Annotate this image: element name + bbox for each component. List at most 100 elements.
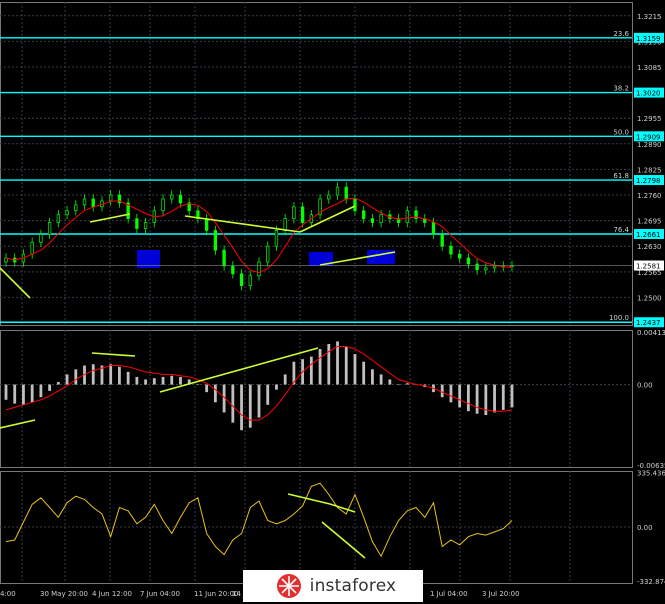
macd-histogram-bar [65, 374, 69, 385]
macd-histogram-bar [152, 378, 156, 385]
trendline [299, 205, 356, 233]
candle-body [56, 214, 60, 223]
price-pane[interactable]: 23.6 38.2 50.0 61.8 76.4 100.0 [0, 30, 632, 323]
macd-histogram-bar [213, 384, 217, 403]
macd-histogram-bar [30, 384, 34, 403]
macd-histogram-bar [126, 371, 130, 385]
price-tick-label: 1.2695 [637, 218, 662, 226]
instaforex-mark-icon [276, 574, 301, 598]
fib-level-label: 23.6 [613, 30, 629, 38]
price-tick-label: 1.3215 [637, 13, 662, 21]
time-tick-label: 3 Jul 20:00 [482, 590, 520, 598]
candle-body [431, 222, 436, 235]
macd-histogram-bar [91, 364, 95, 385]
macd-histogram-bar [493, 384, 496, 413]
cci-tick-label: -332.874 [637, 578, 665, 586]
fib-price-tag-text: 1.2661 [636, 231, 661, 239]
candle-body [213, 230, 218, 251]
chart-canvas: 23.638.250.061.876.4100.0 1.32151.31501.… [0, 2, 665, 598]
macd-histogram-bar [283, 374, 287, 385]
macd-histogram-bar [466, 384, 470, 412]
cci-pane[interactable] [5, 482, 513, 559]
macd-pane-frame [0, 330, 633, 468]
macd-histogram-bar [336, 341, 339, 385]
macd-pane[interactable] [0, 341, 514, 431]
candle-body [109, 194, 113, 202]
main-pane-frame [0, 2, 633, 326]
cci-tick-label: 0.00 [637, 524, 653, 532]
candle-body [135, 218, 139, 229]
macd-histogram-bar [397, 384, 400, 386]
fib-level-label: 61.8 [613, 172, 629, 180]
macd-histogram-bar [318, 349, 322, 385]
macd-histogram-bar [109, 364, 113, 385]
fib-price-tag-text: 1.2437 [636, 319, 661, 327]
axes: 1.32151.31501.30851.30201.29551.28901.28… [0, 13, 665, 598]
candle-body [239, 273, 244, 286]
candle-body [74, 204, 78, 212]
macd-histogram-bar [388, 379, 392, 385]
fib-level-label: 50.0 [613, 128, 629, 136]
macd-histogram-bar [22, 384, 25, 405]
grid [0, 2, 633, 584]
macd-histogram-bar [405, 383, 409, 385]
time-tick-label: 4:00 [0, 590, 16, 598]
time-tick-label: 4 Jun 12:00 [92, 590, 132, 598]
candle-body [47, 222, 52, 235]
candle-body [292, 206, 296, 219]
price-tick-label: 1.2890 [637, 141, 662, 149]
macd-histogram-bar [510, 384, 514, 408]
macd-histogram-bar [362, 361, 366, 385]
macd-histogram-bar [231, 384, 235, 423]
candle-body [82, 198, 87, 206]
macd-histogram-bar [344, 346, 348, 385]
candle-body [143, 222, 148, 229]
time-tick-label: 30 May 20:00 [40, 590, 88, 598]
macd-histogram-bar [379, 374, 383, 385]
macd-histogram-bar [161, 376, 165, 385]
candle-body [283, 218, 287, 231]
candle-body [91, 198, 95, 208]
macd-histogram-bar [179, 376, 182, 385]
candle-body [274, 230, 279, 247]
candle-body [405, 210, 409, 223]
macd-histogram-bar [4, 384, 8, 400]
cci-trendline [321, 521, 366, 559]
candle-body [370, 218, 375, 223]
time-tick-label: 7 Jun 04:00 [140, 590, 180, 598]
candle-body [440, 234, 444, 247]
fib-price-tag-text: 1.2909 [636, 133, 661, 141]
instaforex-logo: instaforex [243, 570, 423, 602]
candle-body [362, 210, 366, 219]
price-tick-label: 1.2955 [637, 115, 662, 123]
candle-body [257, 261, 261, 277]
macd-histogram-bar [458, 384, 462, 408]
trendline [184, 215, 301, 233]
macd-tick-label: 0.00 [637, 382, 653, 390]
macd-histogram-bar [39, 384, 43, 398]
current-price-tag-text: 1.2581 [636, 263, 661, 271]
macd-histogram-bar [449, 384, 453, 403]
candle-body [178, 194, 183, 204]
price-tick-label: 1.2760 [637, 192, 662, 200]
macd-histogram-bar [257, 384, 261, 418]
candle-body [161, 198, 165, 212]
macd-histogram-bar [74, 369, 78, 385]
candle-body [458, 253, 462, 259]
candle-body [449, 245, 453, 255]
candle-body [335, 186, 340, 196]
trendline [0, 267, 31, 299]
candle-body [222, 249, 226, 267]
macd-trendline [91, 352, 136, 357]
macd-histogram-bar [501, 384, 505, 410]
macd-histogram-bar [440, 384, 444, 398]
fib-level-label: 100.0 [609, 314, 629, 322]
macd-histogram-bar [275, 384, 278, 390]
candle-body [39, 234, 43, 243]
macd-tick-label: 0.00413 [637, 329, 665, 337]
candle-body [492, 265, 497, 269]
candle-body [205, 218, 209, 231]
candle-body [475, 263, 479, 271]
fib-price-tag-text: 1.3159 [636, 35, 661, 43]
cci-trendline [287, 493, 331, 505]
